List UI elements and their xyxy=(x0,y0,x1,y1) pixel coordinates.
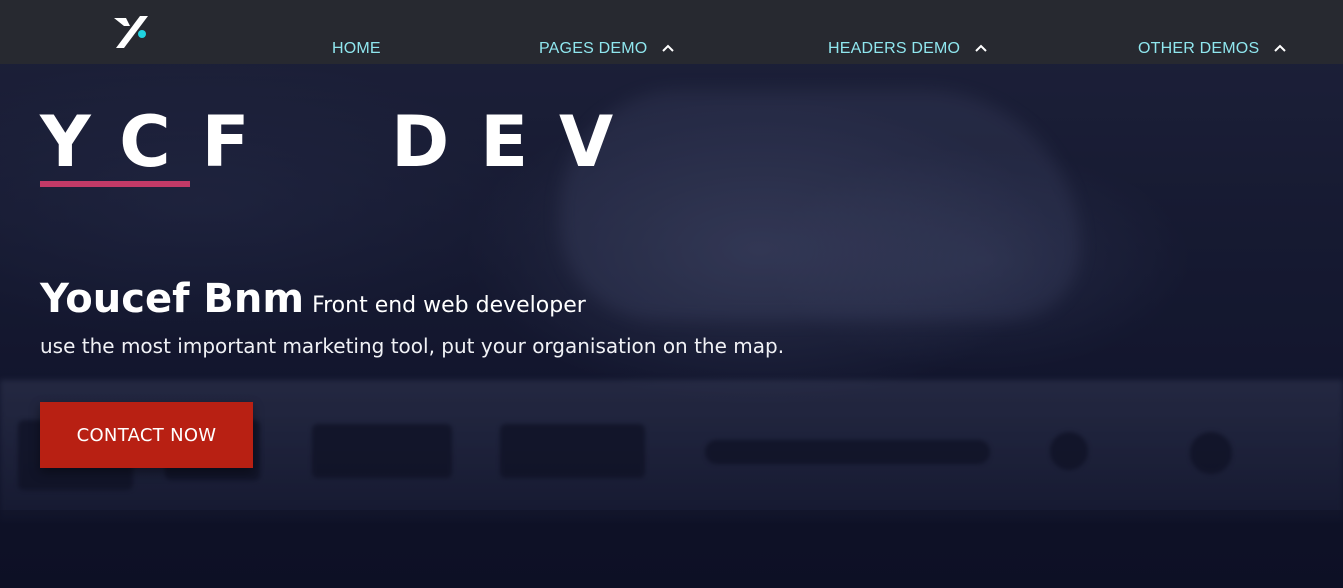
hero-content: YCF DEV Youcef Bnm Front end web develop… xyxy=(0,0,1343,588)
nav-other-demos-link[interactable]: OTHER DEMOS xyxy=(1138,40,1287,58)
nav-home-label: HOME xyxy=(332,40,381,57)
chevron-up-icon xyxy=(1274,44,1287,52)
hero-tagline: use the most important marketing tool, p… xyxy=(40,334,785,358)
nav-headers-demo-label: HEADERS DEMO xyxy=(828,40,961,57)
ycf-logo-icon[interactable] xyxy=(110,12,152,54)
brand-title: YCF DEV xyxy=(40,101,645,183)
nav-home-link[interactable]: HOME xyxy=(332,40,381,58)
name-line: Youcef Bnm Front end web developer xyxy=(40,276,586,322)
developer-role: Front end web developer xyxy=(312,293,586,318)
top-navbar: HOME PAGES DEMO HEADERS DEMO OTHER DEMOS xyxy=(0,0,1343,64)
nav-pages-demo-label: PAGES DEMO xyxy=(539,40,648,57)
contact-now-button[interactable]: CONTACT NOW xyxy=(40,402,253,468)
chevron-up-icon xyxy=(975,44,987,52)
brand-underline xyxy=(40,181,190,187)
nav-headers-demo-link[interactable]: HEADERS DEMO xyxy=(828,40,988,58)
hero-section: HOME PAGES DEMO HEADERS DEMO OTHER DEMOS… xyxy=(0,0,1343,588)
developer-name: Youcef Bnm xyxy=(40,276,305,322)
nav-pages-demo-link[interactable]: PAGES DEMO xyxy=(539,40,675,58)
nav-other-demos-label: OTHER DEMOS xyxy=(1138,40,1260,57)
chevron-up-icon xyxy=(662,44,675,52)
